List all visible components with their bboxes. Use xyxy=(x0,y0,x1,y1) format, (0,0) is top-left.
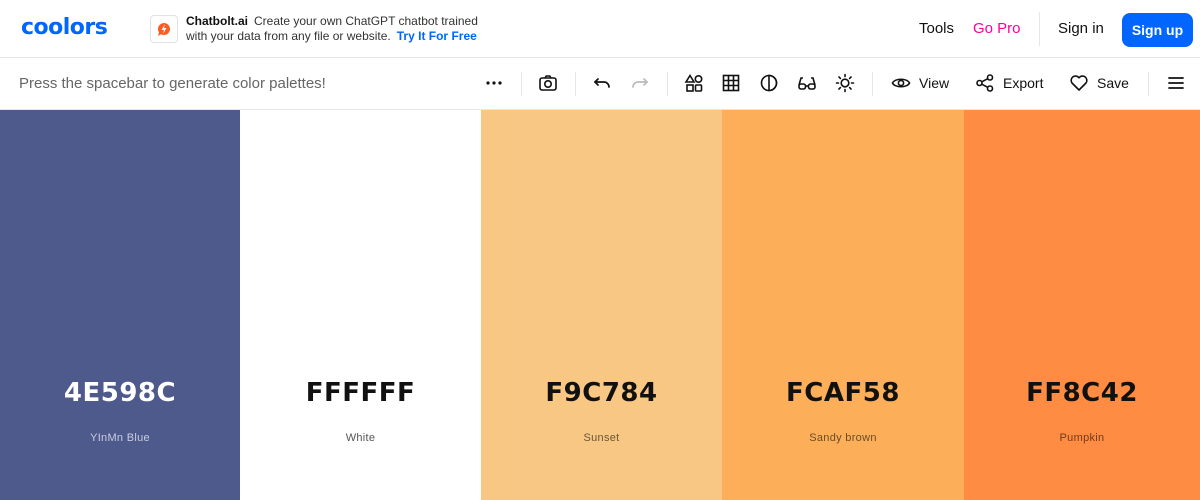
color-swatch[interactable]: FF8C42 Pumpkin xyxy=(964,110,1200,500)
toolbar-divider xyxy=(667,72,668,96)
view-button[interactable]: View xyxy=(891,72,949,94)
go-pro-link[interactable]: Go Pro xyxy=(973,20,1021,37)
hex-code[interactable]: FF8C42 xyxy=(964,378,1200,408)
chatbot-bolt-icon xyxy=(150,15,178,43)
shapes-icon[interactable] xyxy=(683,72,705,94)
toolbar-divider xyxy=(1148,72,1149,96)
undo-icon[interactable] xyxy=(591,72,613,94)
color-palette: 4E598C YInMn Blue FFFFFF White F9C784 Su… xyxy=(0,110,1200,500)
tools-link[interactable]: Tools xyxy=(919,20,954,37)
coolors-logo[interactable]: coolors xyxy=(21,15,108,40)
save-label: Save xyxy=(1097,75,1129,91)
top-header: coolors Chatbolt.ai Create your own ChatG… xyxy=(0,0,1200,58)
color-swatch[interactable]: 4E598C YInMn Blue xyxy=(0,110,240,500)
color-name[interactable]: YInMn Blue xyxy=(0,432,240,444)
color-swatch[interactable]: F9C784 Sunset xyxy=(481,110,722,500)
color-swatch[interactable]: FCAF58 Sandy brown xyxy=(722,110,964,500)
share-icon xyxy=(976,74,994,92)
export-label: Export xyxy=(1003,75,1044,91)
hamburger-menu-icon[interactable] xyxy=(1165,72,1187,94)
glasses-icon[interactable] xyxy=(796,72,818,94)
more-options-icon[interactable] xyxy=(483,72,505,94)
hex-code[interactable]: FCAF58 xyxy=(722,378,964,408)
eye-icon xyxy=(891,78,911,88)
toolbar-divider xyxy=(872,72,873,96)
spacebar-hint: Press the spacebar to generate color pal… xyxy=(19,75,326,92)
ad-text: Chatbolt.ai Create your own ChatGPT chatb… xyxy=(186,14,478,44)
toolbar-divider xyxy=(575,72,576,96)
sponsored-ad[interactable]: Chatbolt.ai Create your own ChatGPT chatb… xyxy=(150,13,478,45)
camera-icon[interactable] xyxy=(537,72,559,94)
hex-code[interactable]: FFFFFF xyxy=(240,378,481,408)
heart-icon xyxy=(1070,75,1088,91)
ad-cta-link[interactable]: Try It For Free xyxy=(397,29,477,43)
hex-code[interactable]: 4E598C xyxy=(0,378,240,408)
ad-brand: Chatbolt.ai xyxy=(186,14,248,28)
sign-in-link[interactable]: Sign in xyxy=(1058,20,1104,37)
toolbar-divider xyxy=(521,72,522,96)
color-swatch[interactable]: FFFFFF White xyxy=(240,110,481,500)
nav-divider xyxy=(1039,12,1040,46)
view-label: View xyxy=(919,75,950,91)
color-name[interactable]: Pumpkin xyxy=(964,432,1200,444)
export-button[interactable]: Export xyxy=(975,72,1043,94)
color-name[interactable]: White xyxy=(240,432,481,444)
ad-line2: with your data from any file or website. xyxy=(186,29,391,43)
sign-up-button[interactable]: Sign up xyxy=(1122,13,1193,47)
color-name[interactable]: Sandy brown xyxy=(722,432,964,444)
grid-icon[interactable] xyxy=(720,72,742,94)
palette-toolbar: Press the spacebar to generate color pal… xyxy=(0,58,1200,110)
redo-icon[interactable] xyxy=(629,72,651,94)
color-name[interactable]: Sunset xyxy=(481,432,722,444)
contrast-icon[interactable] xyxy=(758,72,780,94)
ad-line1: Create your own ChatGPT chatbot trained xyxy=(254,14,478,28)
save-button[interactable]: Save xyxy=(1069,72,1129,94)
brightness-icon[interactable] xyxy=(834,72,856,94)
hex-code[interactable]: F9C784 xyxy=(481,378,722,408)
